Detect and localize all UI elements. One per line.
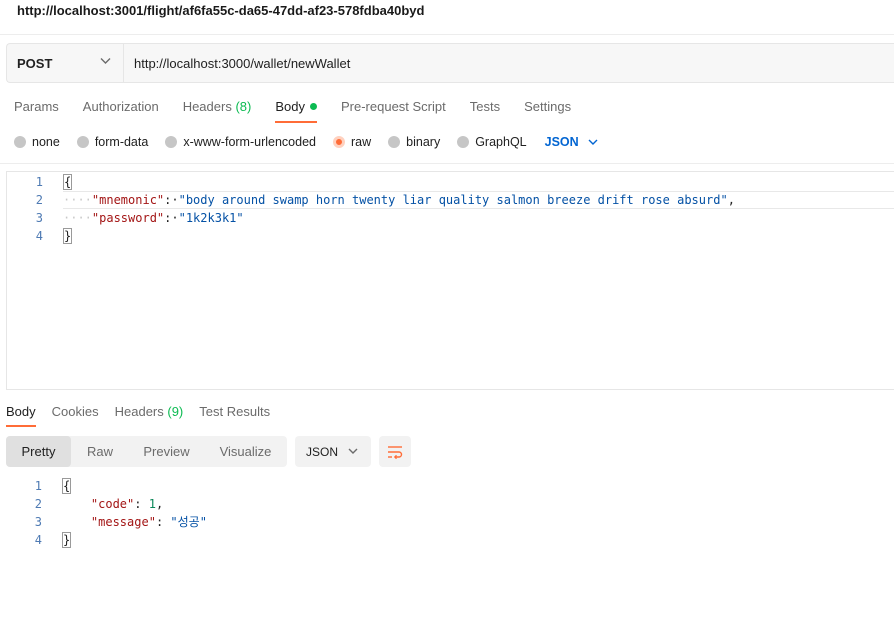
tab-response-headers[interactable]: Headers (9) <box>115 404 184 428</box>
chevron-down-icon <box>100 58 111 64</box>
radio-label: none <box>32 135 60 149</box>
json-key: "password" <box>91 211 165 225</box>
body-language-select[interactable]: JSON <box>545 135 598 149</box>
request-tabs: Params Authorization Headers (8) Body Pr… <box>14 99 595 123</box>
response-language-select[interactable]: JSON <box>295 436 371 467</box>
response-tabs: Body Cookies Headers (9) Test Results <box>6 404 286 428</box>
tab-cookies[interactable]: Cookies <box>52 404 99 428</box>
radio-icon <box>14 136 26 148</box>
tab-settings[interactable]: Settings <box>524 99 571 123</box>
open-brace: { <box>63 174 73 190</box>
json-key: "mnemonic" <box>91 193 165 207</box>
close-brace: } <box>62 532 72 548</box>
json-value: "1k2k3k1" <box>178 211 244 225</box>
json-value: "body around swamp horn twenty liar qual… <box>178 193 728 207</box>
url-input[interactable]: http://localhost:3000/wallet/newWallet <box>123 44 894 82</box>
wrap-lines-button[interactable] <box>379 436 411 467</box>
radio-label: form-data <box>94 135 149 149</box>
line-number: 4 <box>34 533 42 547</box>
request-bar: POST http://localhost:3000/wallet/newWal… <box>6 43 894 83</box>
radio-selected-icon <box>333 136 345 148</box>
view-preview-button[interactable]: Preview <box>129 436 204 467</box>
headers-count: (8) <box>235 99 252 114</box>
method-select[interactable]: POST <box>7 44 123 82</box>
radio-binary[interactable]: binary <box>388 135 440 149</box>
tab-label: Test Results <box>199 404 271 419</box>
code-line: 4} <box>7 227 894 245</box>
line-number: 3 <box>35 211 43 225</box>
tab-params[interactable]: Params <box>14 99 59 123</box>
page-url: http://localhost:3001/flight/af6fa55c-da… <box>17 3 425 18</box>
view-visualize-button[interactable]: Visualize <box>204 436 287 467</box>
code-line: 2 "code": 1, <box>6 495 894 513</box>
headers-count: (9) <box>167 404 184 419</box>
tab-label: Headers <box>182 99 232 114</box>
tab-pre-request-script[interactable]: Pre-request Script <box>341 99 446 123</box>
code-line: 3 "message": "성공" <box>6 513 894 531</box>
json-value: 1 <box>148 497 156 511</box>
radio-icon <box>76 136 89 148</box>
radio-label: x-www-form-urlencoded <box>183 135 316 149</box>
tab-body[interactable]: Body <box>275 99 317 123</box>
code-line: 4} <box>6 531 894 549</box>
chevron-down-icon <box>348 448 358 454</box>
json-key: "code" <box>90 497 135 511</box>
radio-none[interactable]: none <box>14 135 60 149</box>
language-label: JSON <box>306 444 339 459</box>
view-pretty-button[interactable]: Pretty <box>6 436 71 467</box>
view-raw-button[interactable]: Raw <box>71 436 129 467</box>
radio-label: raw <box>351 135 372 149</box>
line-number: 3 <box>34 515 42 529</box>
body-indicator-dot <box>309 103 317 110</box>
section-divider <box>0 163 894 164</box>
response-body-viewer: 1{ 2 "code": 1, 3 "message": "성공" 4} <box>6 477 894 557</box>
line-number: 2 <box>35 193 43 207</box>
radio-form-data[interactable]: form-data <box>76 135 149 149</box>
tab-label: Authorization <box>82 99 159 114</box>
code-line: 2 ····"mnemonic":·"body around swamp horn… <box>7 191 894 209</box>
radio-icon <box>388 136 401 148</box>
radio-graphql[interactable]: GraphQL <box>457 135 527 149</box>
tab-label: Body <box>275 99 305 114</box>
body-type-options: none form-data x-www-form-urlencoded raw… <box>14 135 598 149</box>
chevron-down-icon <box>588 139 598 145</box>
top-divider <box>0 34 894 35</box>
code-line: 1{ <box>7 173 894 191</box>
radio-label: GraphQL <box>475 135 527 149</box>
code-line: 1{ <box>6 477 894 495</box>
json-value: "성공" <box>170 515 207 529</box>
tab-tests[interactable]: Tests <box>470 99 500 123</box>
tab-response-body[interactable]: Body <box>6 404 36 428</box>
view-mode-switch: Pretty Raw Preview Visualize <box>6 436 287 467</box>
tab-label: Body <box>6 404 36 419</box>
tab-authorization[interactable]: Authorization <box>83 99 159 123</box>
line-number: 4 <box>35 229 43 243</box>
tab-headers[interactable]: Headers (8) <box>183 99 252 123</box>
code-line: 3 ····"password":·"1k2k3k1" <box>7 209 894 227</box>
close-brace: } <box>63 228 73 244</box>
wrap-lines-icon <box>388 445 403 459</box>
radio-label: binary <box>406 135 441 149</box>
radio-icon <box>457 136 470 148</box>
tab-test-results[interactable]: Test Results <box>199 404 270 428</box>
tab-label: Params <box>14 99 59 114</box>
tab-label: Tests <box>469 99 501 114</box>
json-key: "message" <box>90 515 156 529</box>
tab-label: Settings <box>524 99 572 114</box>
line-number: 1 <box>35 175 43 189</box>
radio-raw[interactable]: raw <box>333 135 371 149</box>
open-brace: { <box>62 478 72 494</box>
radio-icon <box>165 136 178 148</box>
radio-x-www-form-urlencoded[interactable]: x-www-form-urlencoded <box>165 135 316 149</box>
method-label: POST <box>17 55 53 71</box>
language-label: JSON <box>544 135 579 149</box>
line-number: 1 <box>34 479 42 493</box>
tab-label: Pre-request Script <box>340 99 446 114</box>
line-number: 2 <box>34 497 42 511</box>
tab-label: Cookies <box>51 404 99 419</box>
tab-label: Headers <box>114 404 164 419</box>
request-body-editor[interactable]: 1{ 2 ····"mnemonic":·"body around swamp h… <box>6 171 894 390</box>
